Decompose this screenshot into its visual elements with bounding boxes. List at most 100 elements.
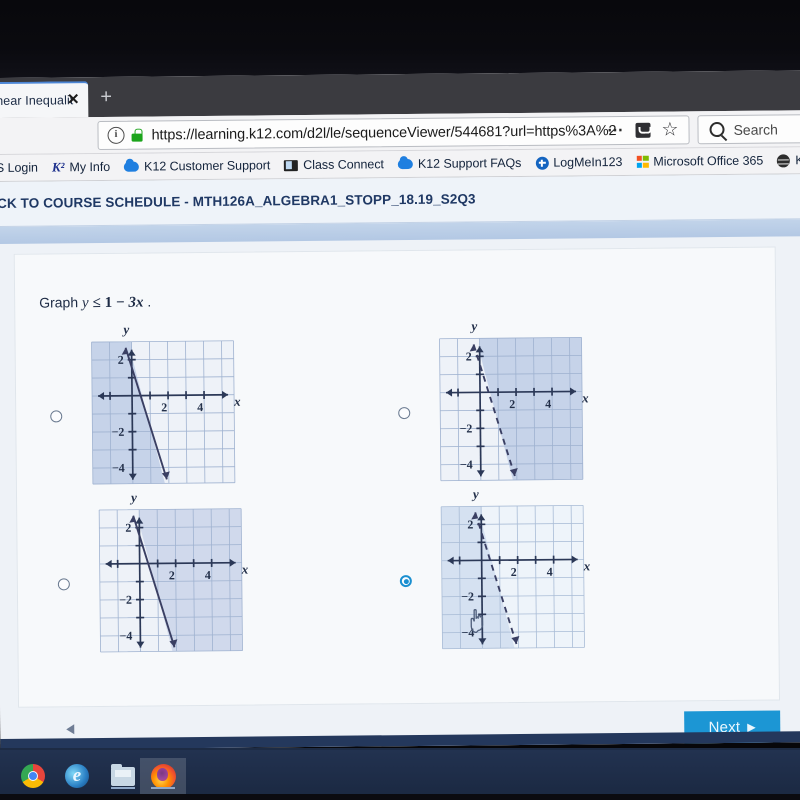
radio-option-a[interactable] <box>50 409 63 422</box>
bookmark-label: Class Connect <box>303 157 384 173</box>
bookmark-k12-support-faqs[interactable]: K12 Support FAQs <box>391 150 529 177</box>
svg-text:4: 4 <box>197 400 203 414</box>
microsoft-icon <box>636 155 649 168</box>
prompt-variable-y: y <box>81 295 89 312</box>
svg-text:−4: −4 <box>460 457 473 471</box>
svg-text:2: 2 <box>467 517 473 531</box>
screen-bezel-top <box>0 0 800 80</box>
x-axis-label: x <box>234 393 241 409</box>
browser-tab[interactable]: near Inequalit ✕ <box>0 81 89 119</box>
bookmark-label: S Login <box>0 160 38 175</box>
bookmark-logmein123[interactable]: LogMeIn123 <box>528 149 629 176</box>
svg-text:−2: −2 <box>461 589 474 603</box>
svg-text:−4: −4 <box>112 461 125 475</box>
question-card: Graph y ≤ 1 − 3x . y x 2 4 2 −2 −4 y x 2… <box>13 246 781 708</box>
page-title: Graph y ≤ 1 − 3x . <box>39 294 151 313</box>
option-a[interactable]: y x 2 4 2 −2 −4 <box>50 322 241 494</box>
screen-bezel-bottom <box>0 794 800 800</box>
taskbar-running-indicator <box>151 787 175 789</box>
info-icon[interactable]: i <box>107 126 125 144</box>
bookmark-my-info[interactable]: K² My Info <box>45 154 117 181</box>
option-b[interactable]: y x 2 4 2 −2 −4 <box>397 318 589 490</box>
y-axis-label: y <box>123 321 130 337</box>
x-axis-label: x <box>241 561 249 577</box>
bookmark-label: My Info <box>69 159 111 175</box>
bookmark-s-login[interactable]: S Login <box>0 155 45 182</box>
svg-text:4: 4 <box>205 568 211 582</box>
svg-text:−2: −2 <box>111 425 124 439</box>
plus-circle-icon <box>535 156 549 170</box>
k12-logo-icon: K² <box>51 159 65 175</box>
y-axis-label: y <box>471 318 478 334</box>
taskbar-item-chrome[interactable] <box>10 758 56 794</box>
bookmark-label: K12 Support FAQs <box>417 155 522 171</box>
firefox-browser-window: near Inequalit ✕ + i https://learning.k1… <box>0 70 800 750</box>
cloud-icon <box>397 158 413 170</box>
search-placeholder: Search <box>733 120 778 138</box>
coordinate-grid-b: 2 4 2 −2 −4 <box>439 336 584 482</box>
bookmark-k12-speed-test[interactable]: K12 Speed Tes <box>770 147 800 173</box>
svg-text:2: 2 <box>169 568 175 582</box>
svg-text:2: 2 <box>125 521 131 535</box>
prompt-minus: − <box>115 294 125 311</box>
bookmark-label: K12 Customer Support <box>144 158 271 174</box>
search-box[interactable]: Search <box>697 113 800 145</box>
graph-option-b: y x 2 4 2 −2 −4 <box>435 318 589 489</box>
radio-option-c[interactable] <box>57 577 70 590</box>
prompt-constant: 1 <box>104 294 113 311</box>
star-icon[interactable]: ☆ <box>661 119 678 140</box>
prompt-lead: Graph <box>39 294 79 311</box>
search-icon <box>709 121 725 138</box>
svg-text:2: 2 <box>511 565 517 579</box>
bookmark-k12-customer-support[interactable]: K12 Customer Support <box>117 152 277 180</box>
bookmark-label: Microsoft Office 365 <box>653 153 764 169</box>
bookmark-label: K12 Speed Tes <box>795 153 800 168</box>
bookmark-label: LogMeIn123 <box>553 154 623 170</box>
y-axis-label: y <box>130 489 137 505</box>
svg-text:2: 2 <box>466 349 472 363</box>
close-icon[interactable]: ✕ <box>65 91 81 108</box>
coordinate-grid-c: 2 4 2 −2 −4 <box>98 508 243 653</box>
svg-text:2: 2 <box>118 353 124 367</box>
svg-text:2: 2 <box>509 397 515 411</box>
course-header: ACK TO COURSE SCHEDULE - MTH126A_ALGEBRA… <box>0 174 800 227</box>
radio-option-d[interactable] <box>399 574 412 587</box>
monitor-icon <box>284 159 299 171</box>
radio-option-b[interactable] <box>398 406 411 419</box>
edge-icon <box>65 764 89 788</box>
windows-taskbar <box>0 748 800 800</box>
y-axis-label: y <box>472 486 479 502</box>
svg-text:−2: −2 <box>119 593 132 607</box>
triangle-left-icon[interactable] <box>66 724 75 735</box>
plus-icon[interactable]: + <box>95 86 117 109</box>
ellipsis-icon[interactable]: ⋯ <box>607 122 625 139</box>
svg-text:−4: −4 <box>461 625 474 639</box>
lock-icon[interactable] <box>131 129 142 142</box>
taskbar-running-indicator <box>111 787 135 789</box>
taskbar-item-firefox[interactable] <box>140 758 186 794</box>
graph-option-d: y x 2 4 2 −2 −4 <box>437 486 591 657</box>
coordinate-grid-d: 2 4 2 −2 −4 <box>440 504 585 650</box>
svg-text:−2: −2 <box>459 421 472 435</box>
firefox-icon <box>150 763 176 789</box>
page-content: ACK TO COURSE SCHEDULE - MTH126A_ALGEBRA… <box>0 174 800 750</box>
svg-text:2: 2 <box>161 400 167 414</box>
chrome-icon <box>21 764 45 788</box>
graph-option-a: y x 2 4 2 −2 −4 <box>88 322 241 493</box>
folder-icon <box>111 763 135 786</box>
x-axis-label: x <box>582 390 589 406</box>
globe-icon <box>777 153 791 167</box>
url-bar[interactable]: i https://learning.k12.com/d2l/le/sequen… <box>97 115 690 151</box>
option-c[interactable]: y x 2 4 2 −2 −4 <box>57 490 249 662</box>
bookmark-class-connect[interactable]: Class Connect <box>277 151 391 178</box>
x-axis-label: x <box>583 558 591 574</box>
graph-option-c: y x 2 4 2 −2 −4 <box>95 490 249 661</box>
breadcrumb[interactable]: ACK TO COURSE SCHEDULE - MTH126A_ALGEBRA… <box>0 191 476 211</box>
cloud-icon <box>124 161 140 172</box>
bookmark-microsoft-office-365[interactable]: Microsoft Office 365 <box>629 148 770 175</box>
option-d[interactable]: y x 2 4 2 −2 −4 <box>399 486 591 658</box>
taskbar-item-edge[interactable] <box>54 758 100 794</box>
url-text: https://learning.k12.com/d2l/le/sequence… <box>151 122 617 143</box>
pocket-icon[interactable] <box>635 122 651 138</box>
prompt-relation: ≤ <box>92 294 101 312</box>
